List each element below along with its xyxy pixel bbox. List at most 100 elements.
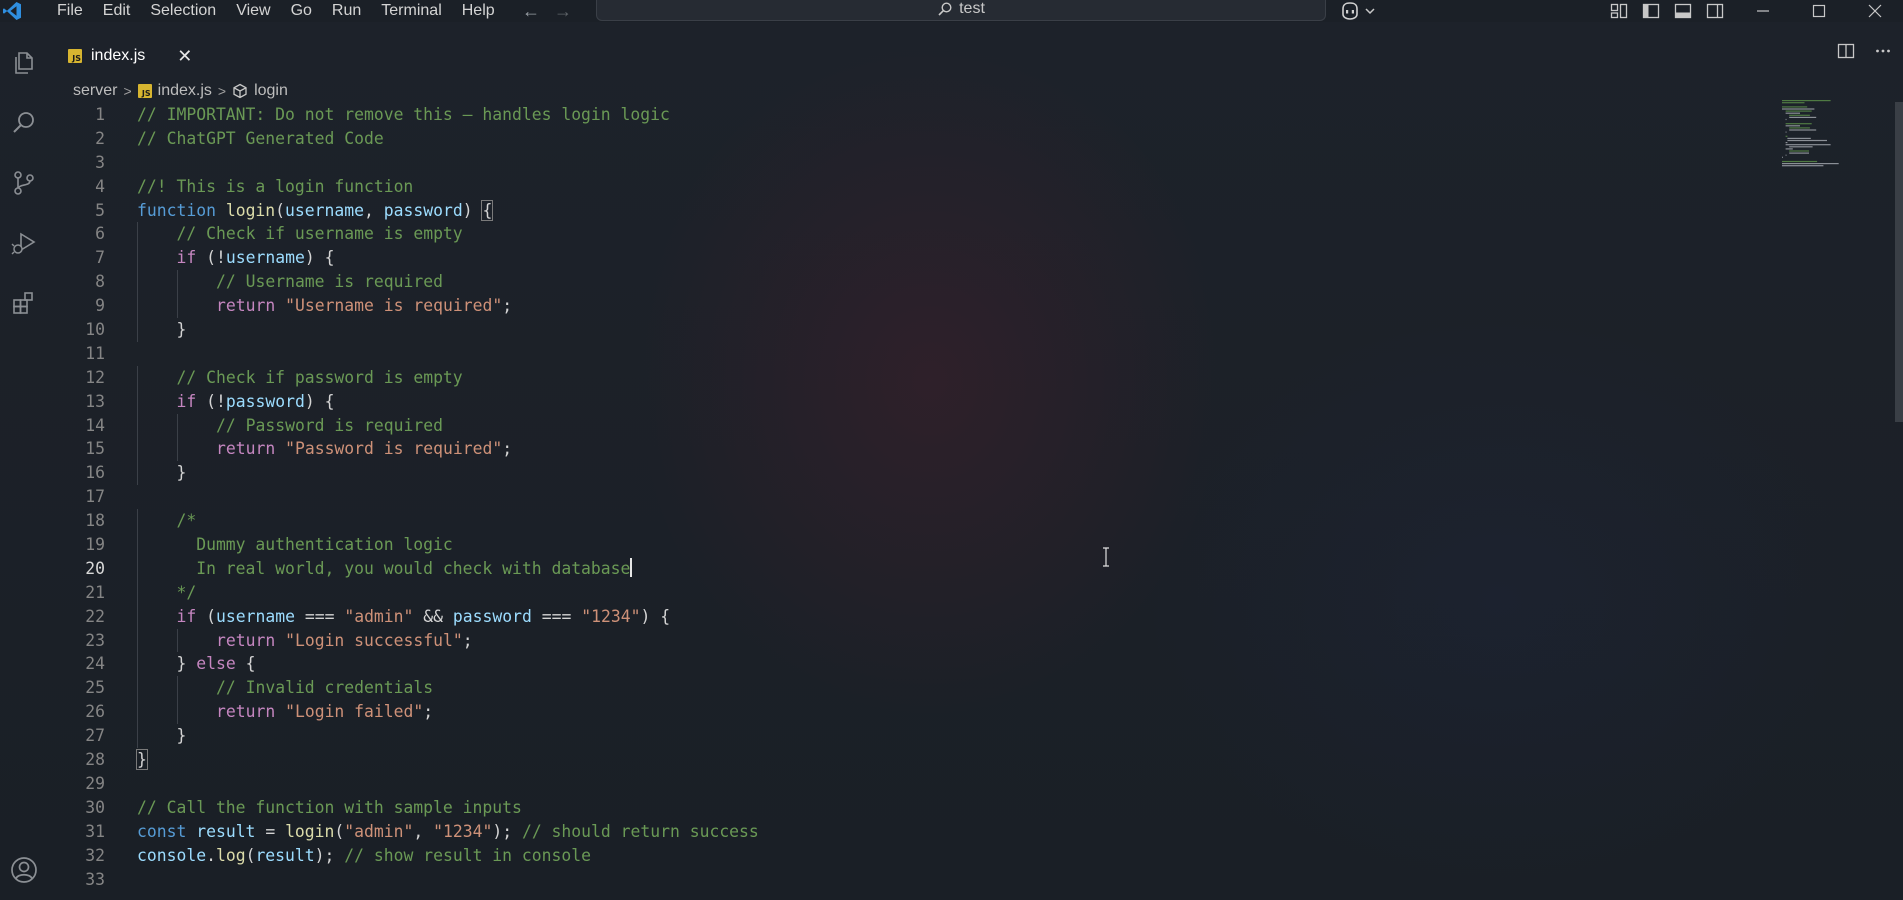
- menu-edit[interactable]: Edit: [92, 0, 140, 22]
- code-line[interactable]: 28}: [48, 748, 1818, 772]
- minimap-line: [1789, 150, 1809, 152]
- maximize-button[interactable]: [1791, 0, 1847, 22]
- line-number: 4: [95, 176, 105, 196]
- activity-extensions[interactable]: [0, 279, 48, 327]
- activity-search[interactable]: [0, 99, 48, 147]
- copilot-icon: [1342, 2, 1358, 20]
- menu-file[interactable]: File: [46, 0, 92, 22]
- menu-go[interactable]: Go: [280, 0, 321, 22]
- activity-accounts[interactable]: [0, 846, 48, 894]
- code-line[interactable]: 21 */: [48, 580, 1818, 605]
- toggle-secondary-sidebar-icon[interactable]: [1706, 3, 1724, 19]
- line-number: 28: [85, 750, 105, 770]
- minimap-line: [1785, 112, 1800, 114]
- code-text: // Invalid credentials: [216, 678, 434, 698]
- breadcrumb-file-label: index.js: [157, 82, 212, 99]
- vertical-scrollbar[interactable]: [1895, 102, 1903, 422]
- code-text: return "Password is required";: [216, 439, 513, 459]
- code-line[interactable]: 4 //! This is a login function: [48, 175, 1818, 199]
- code-line[interactable]: 18 /*: [48, 509, 1818, 534]
- code-line[interactable]: 13 if (!password) {: [48, 389, 1818, 414]
- minimap-line: [1782, 108, 1815, 110]
- menu-run[interactable]: Run: [321, 0, 370, 22]
- split-editor-icon[interactable]: [1837, 43, 1855, 59]
- go-back-icon[interactable]: ←: [522, 1, 540, 22]
- code-line[interactable]: 17: [48, 485, 1818, 509]
- line-number: 7: [95, 248, 105, 268]
- line-number: 15: [85, 439, 105, 459]
- minimize-button[interactable]: [1735, 0, 1791, 22]
- customize-layout-icon[interactable]: [1610, 3, 1628, 19]
- explorer-icon: [15, 52, 33, 74]
- line-number: 9: [95, 296, 105, 316]
- activity-source-control[interactable]: [0, 159, 48, 207]
- minimap-line: [1789, 116, 1817, 118]
- breadcrumb-folder[interactable]: server: [73, 82, 117, 100]
- line-number: 8: [95, 272, 105, 292]
- code-line[interactable]: 5 function login(username, password) {: [48, 199, 1818, 223]
- code-line[interactable]: 30 // Call the function with sample input…: [48, 796, 1818, 820]
- code-line[interactable]: 3: [48, 151, 1818, 175]
- breadcrumb-symbol-label: login: [254, 82, 288, 99]
- code-line[interactable]: 14 // Password is required: [48, 413, 1818, 438]
- code-line[interactable]: 26 return "Login failed";: [48, 700, 1818, 725]
- menu-view[interactable]: View: [225, 0, 279, 22]
- activity-run-debug[interactable]: [0, 219, 48, 267]
- toggle-panel-icon[interactable]: [1674, 3, 1692, 19]
- code-text: } else {: [176, 654, 256, 674]
- run-debug-icon: [11, 232, 36, 255]
- code-line[interactable]: 1 // IMPORTANT: Do not remove this — hand…: [48, 103, 1818, 127]
- line-number: 24: [85, 654, 105, 674]
- layout-controls: [1610, 0, 1724, 22]
- close-icon: [1868, 4, 1882, 18]
- code-editor[interactable]: 1 // IMPORTANT: Do not remove this — hand…: [48, 103, 1818, 891]
- breadcrumb-file[interactable]: JS index.js: [137, 82, 212, 100]
- tab-close-icon[interactable]: ✕: [177, 46, 192, 67]
- code-line[interactable]: 27 }: [48, 724, 1818, 749]
- code-line[interactable]: 16 }: [48, 461, 1818, 486]
- code-text: }: [176, 463, 187, 483]
- code-line[interactable]: 2 // ChatGPT Generated Code: [48, 127, 1818, 151]
- minimap-line: [1785, 123, 1812, 125]
- toggle-primary-sidebar-icon[interactable]: [1642, 3, 1660, 19]
- code-line[interactable]: 19 Dummy authentication logic: [48, 533, 1818, 557]
- code-line[interactable]: 8 // Username is required: [48, 270, 1818, 295]
- tab-index-js[interactable]: JS index.js ✕: [68, 40, 192, 72]
- menu-terminal[interactable]: Terminal: [370, 0, 450, 22]
- code-line[interactable]: 25 // Invalid credentials: [48, 676, 1818, 701]
- code-line[interactable]: 22 if (username === "admin" && password …: [48, 604, 1818, 629]
- accounts-icon: [11, 857, 37, 883]
- command-center-search[interactable]: test: [596, 0, 1326, 21]
- mouse-ibeam-cursor-icon: [1103, 547, 1109, 567]
- line-number: 23: [85, 630, 105, 650]
- breadcrumb-symbol[interactable]: login: [232, 82, 288, 100]
- code-line[interactable]: 32 console.log(result); // show result in…: [48, 844, 1818, 868]
- code-line[interactable]: 31 const result = login("admin", "1234");…: [48, 820, 1818, 844]
- minimap-line: [1782, 100, 1831, 102]
- activity-explorer[interactable]: [0, 39, 48, 87]
- code-line[interactable]: 20 In real world, you would check with d…: [48, 556, 1818, 581]
- code-line[interactable]: 11: [48, 342, 1818, 366]
- minimap[interactable]: [1780, 100, 1880, 180]
- minimap-line: [1785, 135, 1788, 137]
- go-forward-icon[interactable]: →: [554, 1, 572, 22]
- code-line[interactable]: 6 // Check if username is empty: [48, 222, 1818, 247]
- close-window-button[interactable]: [1847, 0, 1903, 22]
- minimap-line: [1782, 165, 1824, 167]
- code-line[interactable]: 12 // Check if password is empty: [48, 365, 1818, 390]
- menu-help[interactable]: Help: [451, 0, 504, 22]
- code-line[interactable]: 29: [48, 772, 1818, 796]
- copilot-menu[interactable]: [1340, 0, 1376, 22]
- more-actions-icon[interactable]: [1875, 43, 1891, 59]
- code-line[interactable]: 15 return "Password is required";: [48, 437, 1818, 462]
- code-text: if (!username) {: [176, 248, 335, 268]
- code-line[interactable]: 10 }: [48, 318, 1818, 342]
- code-line[interactable]: 23 return "Login successful";: [48, 628, 1818, 653]
- code-text: /*: [137, 511, 197, 531]
- code-line[interactable]: 24 } else {: [48, 652, 1818, 677]
- code-line[interactable]: 9 return "Username is required";: [48, 294, 1818, 319]
- code-line[interactable]: 33: [48, 868, 1818, 892]
- code-line[interactable]: 7 if (!username) {: [48, 246, 1818, 271]
- menu-selection[interactable]: Selection: [139, 0, 225, 22]
- code-text: if (username === "admin" && password ===…: [176, 606, 671, 626]
